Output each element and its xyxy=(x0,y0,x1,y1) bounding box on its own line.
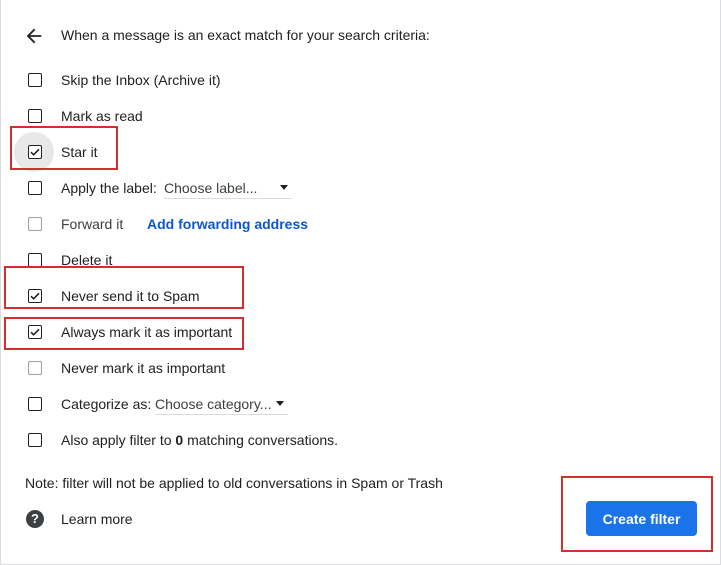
forward-it-label: Forward it xyxy=(61,216,124,232)
forward-it-checkbox[interactable] xyxy=(28,217,42,231)
add-forwarding-address-link[interactable]: Add forwarding address xyxy=(147,216,308,232)
option-star-it: Star it xyxy=(1,132,601,172)
back-arrow-icon[interactable] xyxy=(23,25,45,47)
label-select-value: Choose label... xyxy=(164,179,258,196)
never-spam-checkbox[interactable] xyxy=(28,289,42,303)
category-select-value: Choose category... xyxy=(155,395,272,412)
skip-inbox-label: Skip the Inbox (Archive it) xyxy=(61,72,221,88)
option-categorize: Categorize as: Choose category... xyxy=(1,392,601,416)
skip-inbox-checkbox[interactable] xyxy=(28,73,42,87)
option-skip-inbox: Skip the Inbox (Archive it) xyxy=(1,68,601,92)
also-apply-suffix: matching conversations. xyxy=(183,432,339,448)
option-never-spam: Never send it to Spam xyxy=(1,284,601,308)
always-important-label: Always mark it as important xyxy=(61,324,233,340)
categorize-label: Categorize as: xyxy=(61,396,152,412)
categorize-checkbox[interactable] xyxy=(28,397,42,411)
mark-read-checkbox[interactable] xyxy=(28,109,42,123)
never-important-label: Never mark it as important xyxy=(61,360,226,376)
never-important-checkbox[interactable] xyxy=(28,361,42,375)
option-delete-it: Delete it xyxy=(1,248,601,272)
criteria-header: When a message is an exact match for you… xyxy=(61,27,430,43)
always-important-checkbox[interactable] xyxy=(28,325,42,339)
also-apply-prefix: Also apply filter to xyxy=(61,432,176,448)
checkmark-icon xyxy=(30,328,40,336)
option-mark-read: Mark as read xyxy=(1,104,601,128)
apply-label-label: Apply the label: xyxy=(61,180,157,196)
dropdown-caret-icon xyxy=(276,401,284,406)
delete-it-label: Delete it xyxy=(61,252,113,268)
category-select[interactable]: Choose category... xyxy=(155,393,288,415)
also-apply-checkbox[interactable] xyxy=(28,433,42,447)
learn-more-link[interactable]: Learn more xyxy=(61,511,133,527)
option-never-important: Never mark it as important xyxy=(1,356,601,380)
dropdown-caret-icon xyxy=(280,185,288,190)
help-icon[interactable]: ? xyxy=(26,510,44,528)
label-select[interactable]: Choose label... xyxy=(164,177,292,199)
star-it-checkbox[interactable] xyxy=(28,145,42,159)
star-it-label: Star it xyxy=(61,144,98,160)
create-filter-button[interactable]: Create filter xyxy=(586,501,697,536)
checkmark-icon xyxy=(30,292,40,300)
never-spam-label: Never send it to Spam xyxy=(61,288,200,304)
checkmark-icon xyxy=(30,148,40,156)
option-forward-it: Forward it Add forwarding address xyxy=(1,212,601,236)
also-apply-label: Also apply filter to 0 matching conversa… xyxy=(61,432,338,448)
option-always-important: Always mark it as important xyxy=(1,320,601,344)
filter-actions-panel: When a message is an exact match for you… xyxy=(0,0,721,565)
option-apply-label: Apply the label: Choose label... xyxy=(1,176,601,200)
mark-read-label: Mark as read xyxy=(61,108,143,124)
delete-it-checkbox[interactable] xyxy=(28,253,42,267)
filter-note: Note: filter will not be applied to old … xyxy=(25,475,443,491)
option-also-apply: Also apply filter to 0 matching conversa… xyxy=(1,428,601,452)
apply-label-checkbox[interactable] xyxy=(28,181,42,195)
